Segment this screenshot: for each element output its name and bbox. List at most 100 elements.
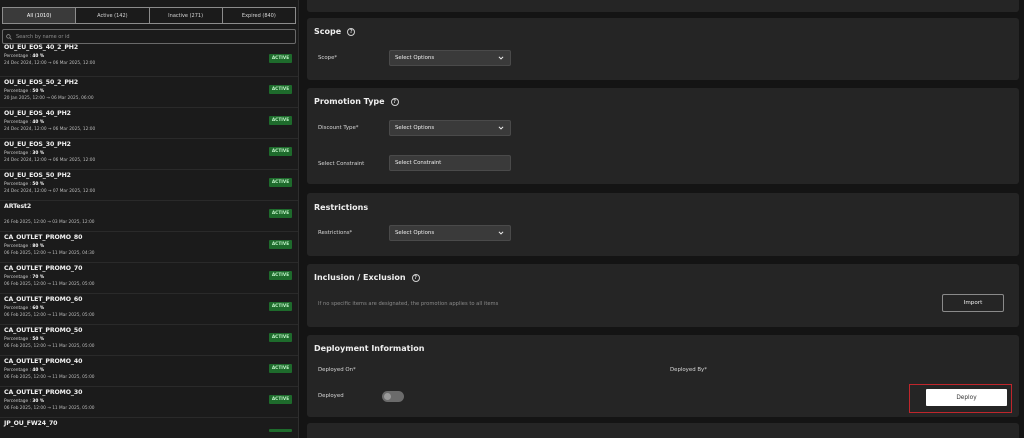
status-badge: ACTIVE	[269, 271, 292, 280]
list-item[interactable]: CA_OUTLET_PROMO_30 Percentage : 30 % 06 …	[0, 387, 298, 418]
deployed-toggle[interactable]	[382, 391, 404, 402]
inclusion-exclusion-card: Inclusion / Exclusion? If no specific it…	[307, 264, 1019, 327]
list-item[interactable]: ARTest2 26 Feb 2025, 12:00 → 03 Mar 2025…	[0, 201, 298, 232]
status-badge: ACTIVE	[269, 178, 292, 187]
scope-title: Scope?	[314, 27, 356, 36]
help-icon[interactable]: ?	[347, 27, 356, 36]
promotion-percentage: Percentage : 50 %	[4, 182, 45, 187]
promotion-name: OU_EU_EOS_40_PH2	[4, 110, 71, 117]
status-badge: ACTIVE	[269, 116, 292, 125]
search-input[interactable]	[16, 33, 286, 40]
status-badge: ACTIVE	[269, 54, 292, 63]
status-badge: ACTIVE	[269, 147, 292, 156]
promotion-name: CA_OUTLET_PROMO_60	[4, 296, 83, 303]
promotion-dates: 24 Dec 2024, 12:00 → 06 Mar 2025, 12:00	[4, 61, 96, 66]
list-item[interactable]: OU_EU_EOS_50_PH2 Percentage : 50 % 24 De…	[0, 170, 298, 201]
promotion-dates: 06 Feb 2025, 12:00 → 11 Mar 2025, 04:30	[4, 251, 95, 256]
tab-inactive[interactable]: Inactive (271)	[149, 8, 223, 23]
status-badge: ACTIVE	[269, 333, 292, 342]
chevron-down-icon	[498, 231, 504, 235]
deploy-button[interactable]: Deploy	[926, 389, 1007, 406]
tab-expired[interactable]: Expired (840)	[222, 8, 295, 23]
promotion-dates: 24 Dec 2024, 12:00 → 07 Mar 2025, 12:00	[4, 189, 96, 194]
promotion-list-panel: All (1010) Active (142) Inactive (271) E…	[0, 0, 299, 438]
chevron-down-icon	[498, 126, 504, 130]
promotion-name: OU_EU_EOS_30_PH2	[4, 141, 71, 148]
promotion-dates: 24 Dec 2024, 12:00 → 06 Mar 2025, 12:00	[4, 158, 96, 163]
constraint-field[interactable]: Select Constraint	[389, 155, 511, 171]
deployment-title: Deployment Information	[314, 344, 425, 353]
list-item[interactable]: OU_EU_EOS_50_2_PH2 Percentage : 50 % 20 …	[0, 77, 298, 108]
scope-card: Scope? Scope* Select Options	[307, 18, 1019, 80]
list-item[interactable]: OU_EU_EOS_40_PH2 Percentage : 40 % 24 De…	[0, 108, 298, 139]
list-item[interactable]: CA_OUTLET_PROMO_70 Percentage : 70 % 06 …	[0, 263, 298, 294]
promotion-percentage: Percentage : 30 %	[4, 399, 45, 404]
list-item[interactable]: CA_OUTLET_PROMO_40 Percentage : 40 % 06 …	[0, 356, 298, 387]
promotion-percentage: Percentage : 40 %	[4, 54, 45, 59]
import-button[interactable]: Import	[942, 294, 1004, 312]
scope-label: Scope*	[318, 55, 338, 61]
discount-type-select[interactable]: Select Options	[389, 120, 511, 136]
list-item[interactable]: JP_OU_FW24_70	[0, 418, 298, 438]
promotion-name: CA_OUTLET_PROMO_40	[4, 358, 83, 365]
deployed-by-label: Deployed By*	[670, 367, 707, 373]
deployed-on-label: Deployed On*	[318, 367, 356, 373]
previous-section-card	[307, 0, 1019, 12]
deployment-card: Deployment Information Deployed On* Depl…	[307, 335, 1019, 417]
promotion-dates: 06 Feb 2025, 12:00 → 11 Mar 2025, 05:00	[4, 344, 95, 349]
list-item[interactable]: OU_EU_EOS_30_PH2 Percentage : 30 % 24 De…	[0, 139, 298, 170]
promotion-dates: 24 Dec 2024, 12:00 → 06 Mar 2025, 12:00	[4, 127, 96, 132]
promotion-list: OU_EU_EOS_40_2_PH2 Percentage : 40 % 24 …	[0, 44, 298, 438]
status-filter-tabs: All (1010) Active (142) Inactive (271) E…	[2, 7, 296, 24]
restrictions-select[interactable]: Select Options	[389, 225, 511, 241]
status-badge: ACTIVE	[269, 302, 292, 311]
tab-all[interactable]: All (1010)	[3, 8, 77, 23]
promotion-dates: 06 Feb 2025, 12:00 → 11 Mar 2025, 05:00	[4, 313, 95, 318]
promotion-dates: 06 Feb 2025, 12:00 → 11 Mar 2025, 05:00	[4, 375, 95, 380]
promotion-percentage: Percentage : 40 %	[4, 368, 45, 373]
promotion-percentage: Percentage : 40 %	[4, 120, 45, 125]
promotion-type-card: Promotion Type? Discount Type* Select Op…	[307, 88, 1019, 184]
tab-active[interactable]: Active (142)	[76, 8, 150, 23]
promotion-dates: 26 Feb 2025, 12:00 → 03 Mar 2025, 12:00	[4, 220, 95, 225]
promotion-name: CA_OUTLET_PROMO_50	[4, 327, 83, 334]
promotion-name: OU_EU_EOS_50_2_PH2	[4, 79, 79, 86]
next-section-card	[307, 423, 1019, 438]
promotion-dates: 06 Feb 2025, 12:00 → 11 Mar 2025, 05:00	[4, 282, 95, 287]
scope-select[interactable]: Select Options	[389, 50, 511, 66]
promotion-detail-panel: Scope? Scope* Select Options Promotion T…	[300, 0, 1024, 438]
status-badge: ACTIVE	[269, 209, 292, 218]
help-icon[interactable]: ?	[411, 273, 420, 282]
inclusion-hint: If no specific items are designated, the…	[318, 301, 499, 307]
promotion-name: CA_OUTLET_PROMO_70	[4, 265, 83, 272]
status-badge: ACTIVE	[269, 364, 292, 373]
promotion-dates: 20 Jan 2025, 12:00 → 06 Mar 2025, 06:00	[4, 96, 94, 101]
promotion-percentage: Percentage : 80 %	[4, 244, 45, 249]
chevron-down-icon	[498, 56, 504, 60]
restrictions-title: Restrictions	[314, 203, 369, 212]
status-badge: ACTIVE	[269, 240, 292, 249]
list-item[interactable]: CA_OUTLET_PROMO_60 Percentage : 60 % 06 …	[0, 294, 298, 325]
status-badge: ACTIVE	[269, 85, 292, 94]
promotion-percentage: Percentage : 50 %	[4, 337, 45, 342]
promotion-name: CA_OUTLET_PROMO_80	[4, 234, 83, 241]
promotion-name: OU_EU_EOS_40_2_PH2	[4, 44, 79, 51]
promotion-dates: 06 Feb 2025, 12:00 → 11 Mar 2025, 05:00	[4, 406, 95, 411]
list-item[interactable]: CA_OUTLET_PROMO_50 Percentage : 50 % 06 …	[0, 325, 298, 356]
promotion-percentage: Percentage : 30 %	[4, 151, 45, 156]
promotion-percentage: Percentage : 70 %	[4, 275, 45, 280]
list-item[interactable]: OU_EU_EOS_40_2_PH2 Percentage : 40 % 24 …	[0, 44, 298, 77]
help-icon[interactable]: ?	[390, 97, 399, 106]
restrictions-label: Restrictions*	[318, 230, 353, 236]
search-box	[2, 29, 296, 44]
status-badge	[269, 429, 292, 432]
promotion-name: OU_EU_EOS_50_PH2	[4, 172, 71, 179]
deployed-label: Deployed	[318, 393, 344, 399]
list-item[interactable]: CA_OUTLET_PROMO_80 Percentage : 80 % 06 …	[0, 232, 298, 263]
inclusion-exclusion-title: Inclusion / Exclusion?	[314, 273, 420, 282]
search-icon	[6, 33, 12, 40]
discount-type-label: Discount Type*	[318, 125, 359, 131]
restrictions-card: Restrictions Restrictions* Select Option…	[307, 193, 1019, 256]
promotion-percentage: Percentage : 60 %	[4, 306, 45, 311]
constraint-label: Select Constraint	[318, 161, 365, 167]
